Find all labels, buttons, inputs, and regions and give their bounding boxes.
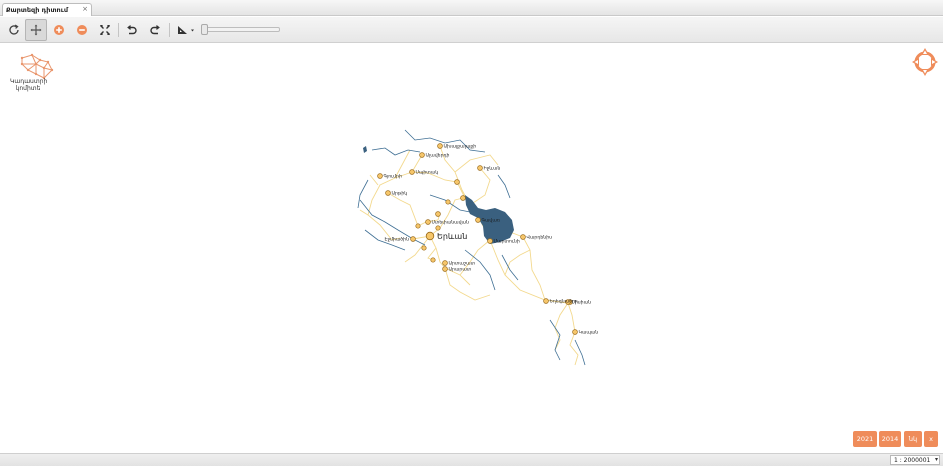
river-network <box>357 129 586 366</box>
year-2014-button[interactable]: 2014 <box>879 431 901 447</box>
capital-label: Երևան <box>437 232 467 241</box>
city-dot-icon[interactable] <box>377 173 383 179</box>
city-marker[interactable]: Կապան <box>572 329 599 336</box>
settlement-dot-icon[interactable] <box>430 257 436 263</box>
scale-value: 1 : 2000001 <box>894 457 931 464</box>
city-label: Ստեփանավան <box>432 220 469 226</box>
city-dot-icon[interactable] <box>454 179 460 185</box>
city-dot-icon[interactable] <box>487 238 493 244</box>
small-lake <box>363 146 367 153</box>
capital-marker[interactable]: Երևան <box>425 231 467 241</box>
city-dot-icon[interactable] <box>475 217 481 223</box>
city-dot-icon[interactable] <box>442 266 448 272</box>
city-label: Ալավերդի <box>426 153 450 159</box>
scale-select[interactable]: 1 : 2000001 ▾ <box>890 455 940 465</box>
city-label: Էջմիածին <box>385 237 410 243</box>
year-2021-button[interactable]: 2021 <box>853 431 877 447</box>
city-dot-icon[interactable] <box>437 143 443 149</box>
city-dot-icon[interactable] <box>572 329 578 335</box>
close-layer-button[interactable]: x <box>924 431 938 447</box>
city-dot-icon[interactable] <box>520 234 526 240</box>
city-dot-icon[interactable] <box>442 260 448 266</box>
city-label: Գավառ <box>482 218 500 224</box>
map-canvas[interactable]: ՍտեփանավանԿապանՍիսիանԵղեգնաձորԱրարատԱրտա… <box>0 0 943 466</box>
city-marker[interactable]: Իջևան <box>477 165 501 172</box>
city-dot-icon[interactable] <box>385 190 391 196</box>
capital-dot-icon[interactable] <box>425 231 435 241</box>
city-label: Արթիկ <box>392 191 408 197</box>
city-marker[interactable]: Ստեփանավան <box>425 219 469 226</box>
city-marker[interactable]: Վարդենիս <box>520 234 553 241</box>
city-marker[interactable]: Ալավերդի <box>419 152 450 159</box>
settlement-dot-icon[interactable] <box>421 245 427 251</box>
city-dot-icon[interactable] <box>425 219 431 225</box>
city-label: Իջևան <box>484 166 501 172</box>
city-label: Սպիտակ <box>416 170 439 176</box>
layer-toggle-button[interactable]: նկ <box>904 431 922 447</box>
city-marker[interactable] <box>454 179 460 185</box>
city-dot-icon[interactable] <box>410 236 416 242</box>
chevron-down-icon: ▾ <box>934 456 938 463</box>
city-label: Վարդենիս <box>527 235 553 241</box>
city-marker[interactable]: Արարատ <box>442 266 472 273</box>
city-marker[interactable] <box>435 211 441 217</box>
city-marker[interactable]: Ախալքալաքի <box>437 143 477 150</box>
city-marker[interactable] <box>460 195 466 201</box>
settlement-dot-icon[interactable] <box>445 199 451 205</box>
city-dot-icon[interactable] <box>477 165 483 171</box>
city-marker[interactable]: Գավառ <box>475 217 500 224</box>
city-marker[interactable]: Սպիտակ <box>409 169 439 176</box>
city-dot-icon[interactable] <box>409 169 415 175</box>
city-dot-icon[interactable] <box>435 211 441 217</box>
city-dot-icon[interactable] <box>543 298 549 304</box>
city-dot-icon[interactable] <box>419 152 425 158</box>
settlement-dot-icon[interactable] <box>435 225 441 231</box>
city-label: Արարատ <box>449 267 472 273</box>
city-marker[interactable]: Գյումրի <box>377 173 402 180</box>
city-marker[interactable]: Էջմիածին <box>385 236 416 243</box>
city-marker[interactable]: Արթիկ <box>385 190 408 197</box>
map-viewer-window: Քարտեզի դիտում × Կադաստրի կոմիտե Ստեփանա… <box>0 0 943 466</box>
city-label: Եղեգնաձոր <box>550 299 578 305</box>
city-marker[interactable]: Արտաշատ <box>442 260 476 267</box>
city-label: Կապան <box>579 330 599 336</box>
city-marker[interactable]: Եղեգնաձոր <box>543 298 578 305</box>
city-label: Ախալքալաքի <box>444 144 477 150</box>
city-dot-icon[interactable] <box>460 195 466 201</box>
settlement-dot-icon[interactable] <box>415 223 421 229</box>
city-label: Մարտունի <box>494 239 520 245</box>
status-bar: 1 : 2000001 ▾ <box>0 453 943 466</box>
city-label: Արտաշատ <box>449 261 476 267</box>
city-label: Գյումրի <box>384 174 402 180</box>
